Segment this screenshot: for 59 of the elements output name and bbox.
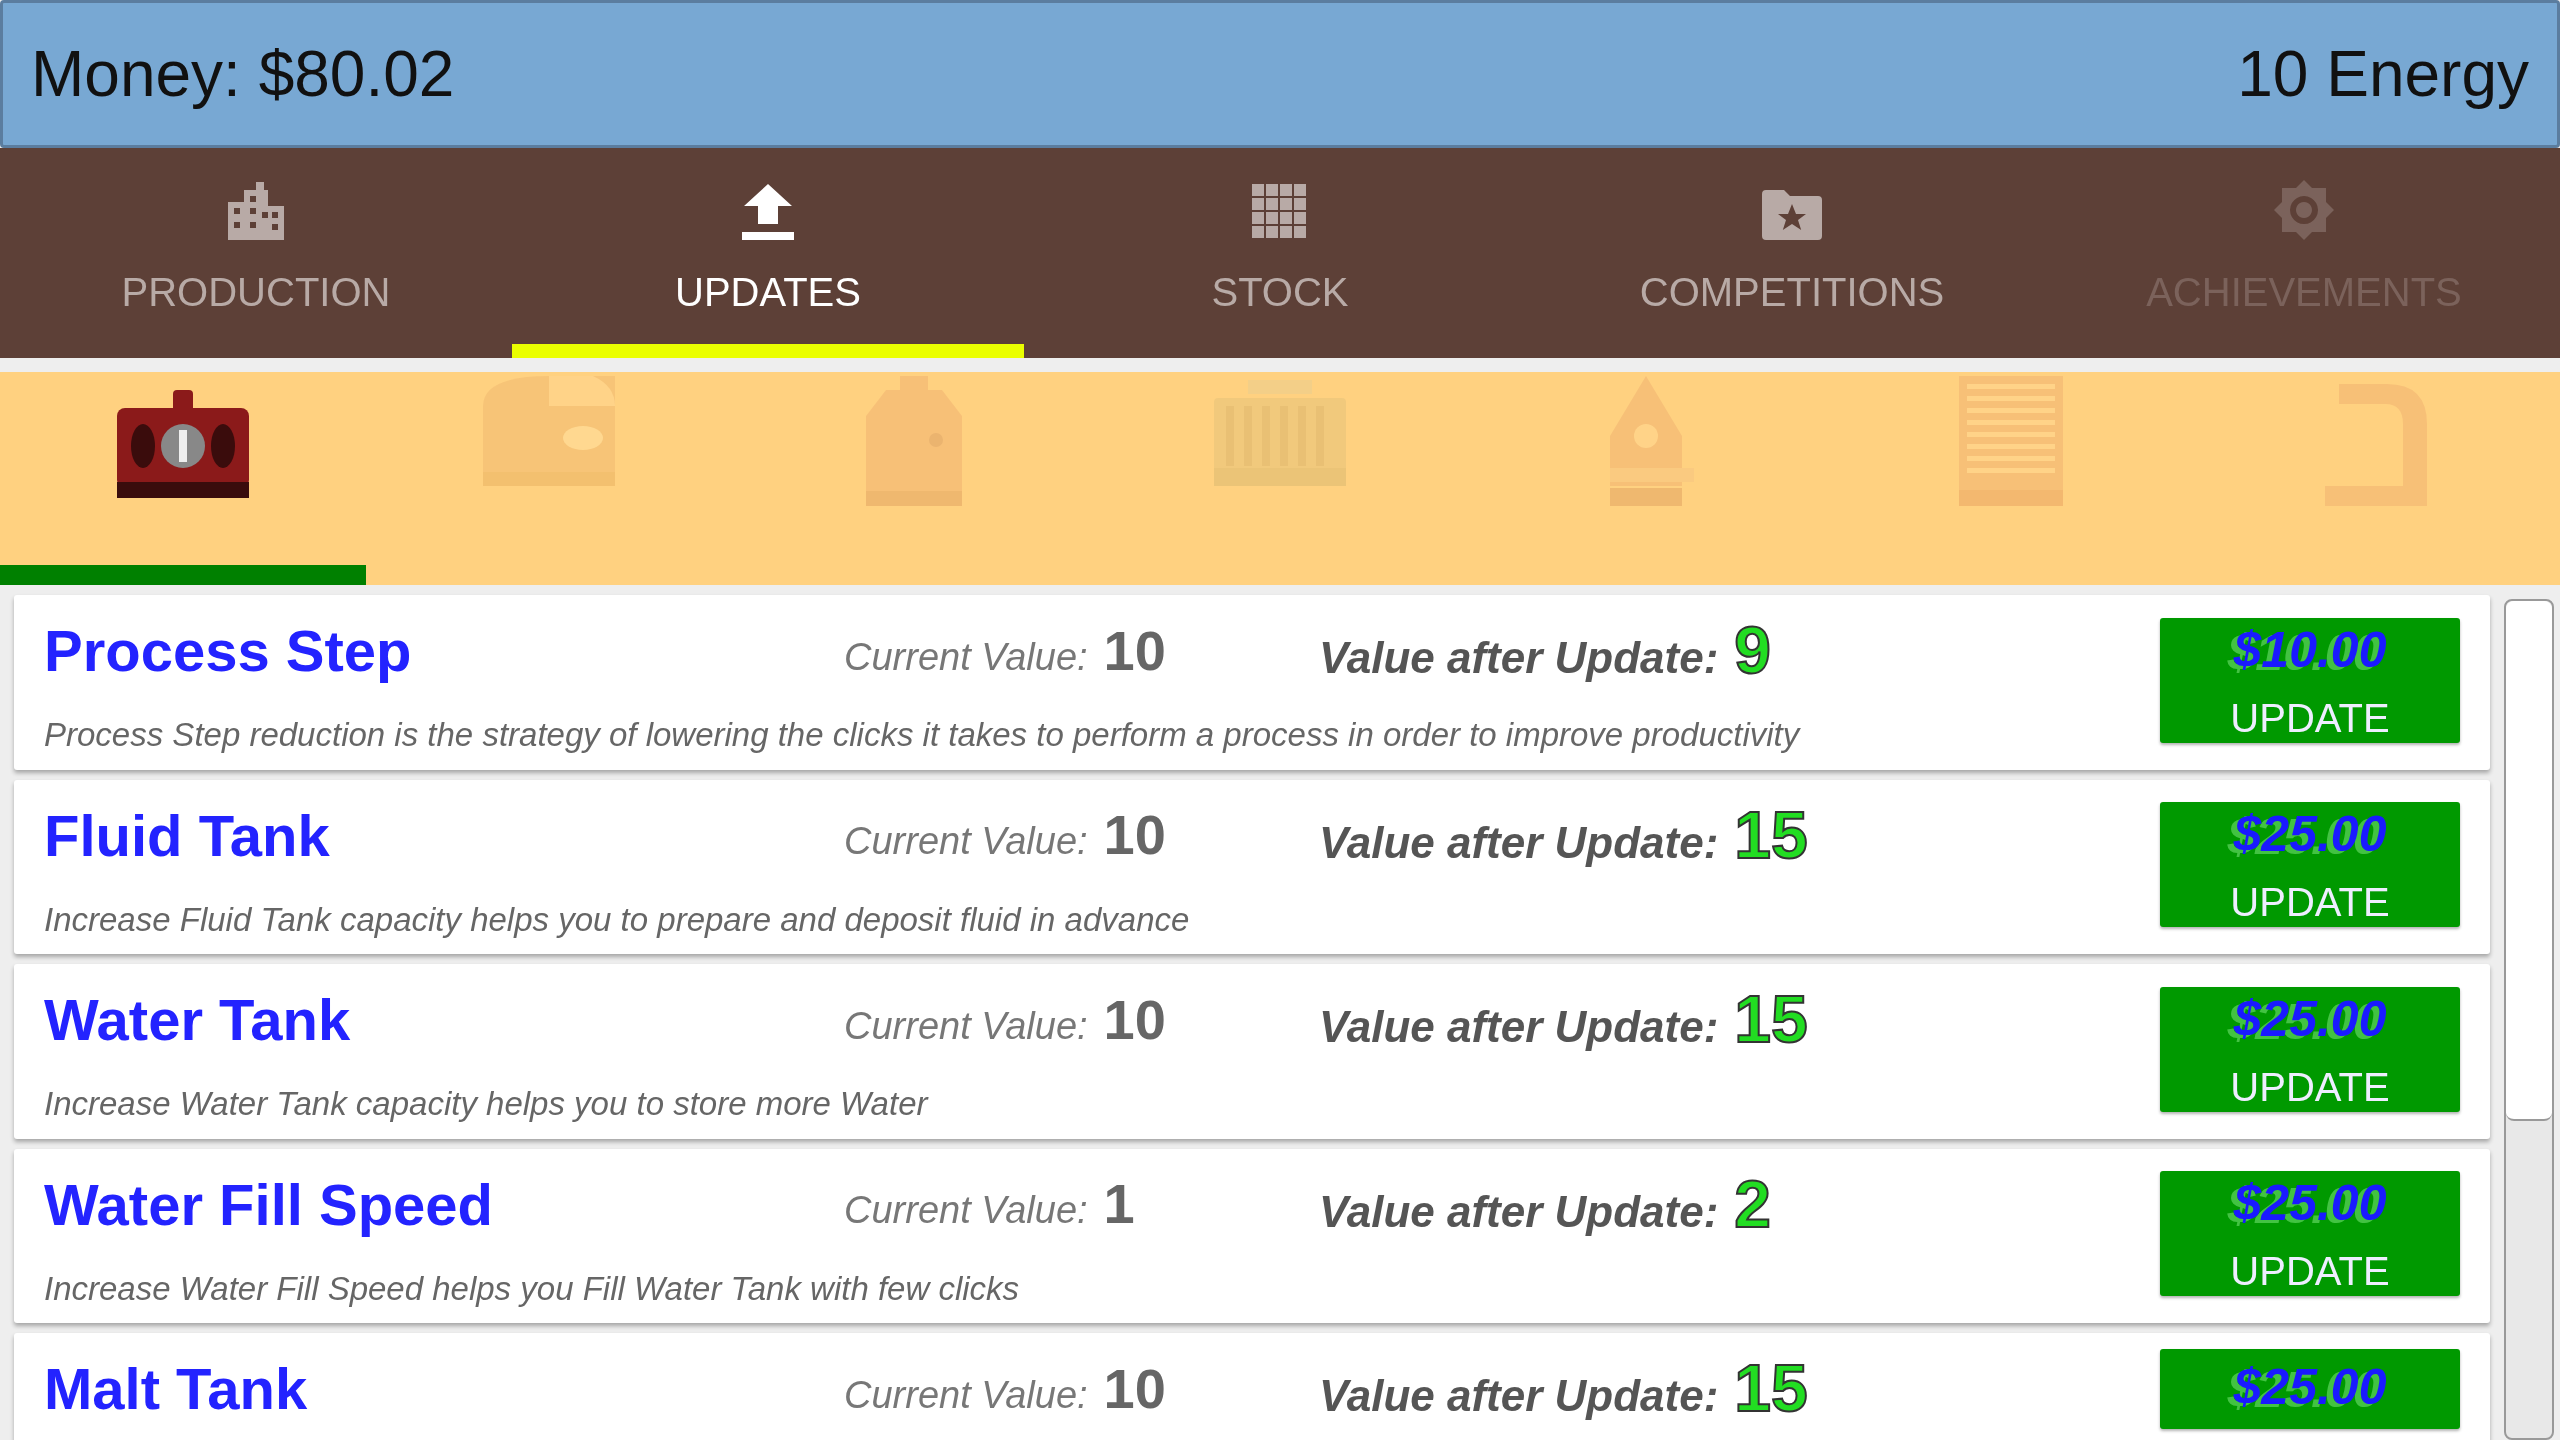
button-label: UPDATE [2230, 1063, 2390, 1111]
grid-icon [1252, 184, 1308, 240]
folder-star-icon [1762, 190, 1822, 240]
after-update-value: 2 [1734, 1165, 1772, 1243]
update-button[interactable]: $25.00 UPDATE [2160, 802, 2460, 928]
after-update-label: Value after Update: [1319, 1001, 1719, 1053]
button-label: UPDATE [2230, 694, 2390, 742]
update-description: Increase Fluid Tank capacity helps you to prepare and deposit fluid in advance [44, 899, 1191, 940]
after-update-label: Value after Update: [1319, 816, 1719, 869]
button-label: UPDATE [2230, 879, 2390, 927]
update-button[interactable]: $25.00 UPDATE [2160, 1171, 2460, 1297]
price-label: $25.00 [2233, 989, 2387, 1049]
current-value-label: Current Value: [844, 819, 1088, 864]
update-description: Increase Water Tank capacity helps you to store more Water [44, 1084, 930, 1124]
update-title: Fluid Tank [44, 801, 331, 870]
machine-icon [116, 390, 249, 500]
nav-tab[interactable]: STOCK [1024, 148, 1536, 358]
current-value-label: Current Value: [844, 634, 1088, 680]
update-button[interactable]: $25.00 [2160, 1348, 2460, 1429]
after-update-value: 15 [1734, 1350, 1808, 1427]
update-description: Process Step reduction is the strategy of lowering the clicks it takes to perform a process in order to improve productivity [44, 715, 1802, 755]
building-icon [228, 182, 284, 240]
update-button[interactable]: $10.00 UPDATE [2160, 617, 2460, 743]
energy-label: 10 Energy [2237, 37, 2529, 112]
button-label: UPDATE [2230, 1248, 2390, 1296]
after-update-label: Value after Update: [1319, 632, 1719, 684]
current-value: 10 [1103, 986, 1166, 1053]
price-label: $10.00 [2233, 620, 2387, 680]
scrollbar[interactable] [2504, 599, 2554, 1440]
current-value-label: Current Value: [844, 1188, 1088, 1233]
update-description: Increase Water Fill Speed helps you Fill Water Tank with few clicks [44, 1268, 1021, 1309]
after-update-value: 15 [1734, 981, 1808, 1058]
current-value-label: Current Value: [844, 1003, 1088, 1049]
update-title: Water Fill Speed [44, 1170, 495, 1239]
price-label: $25.00 [2233, 805, 2387, 865]
after-update-label: Value after Update: [1319, 1370, 1719, 1422]
shelf-icon [1959, 376, 2064, 506]
upload-icon [742, 184, 794, 240]
after-update-value: 15 [1734, 796, 1808, 874]
current-value: 10 [1103, 802, 1166, 868]
price-label: $25.00 [2233, 1357, 2387, 1417]
nav-tab[interactable]: UPDATES [512, 148, 1024, 358]
after-update-value: 9 [1734, 612, 1772, 689]
gear-icon [2274, 180, 2334, 240]
update-title: Water Tank [44, 986, 352, 1054]
money-label: Money: $80.02 [31, 37, 455, 112]
bottle-icon [866, 376, 963, 506]
current-value: 10 [1103, 617, 1166, 684]
update-title: Process Step [44, 617, 413, 685]
current-value: 1 [1103, 1171, 1135, 1237]
after-update-label: Value after Update: [1319, 1185, 1719, 1238]
current-value-label: Current Value: [844, 1372, 1088, 1418]
current-value: 10 [1103, 1355, 1166, 1422]
nav-tab[interactable]: PRODUCTION [0, 148, 512, 358]
mill-icon [482, 376, 615, 486]
update-button[interactable]: $25.00 UPDATE [2160, 986, 2460, 1112]
nav-tab[interactable]: COMPETITIONS [1536, 148, 2048, 358]
price-label: $25.00 [2233, 1174, 2387, 1234]
update-title: Malt Tank [44, 1355, 309, 1423]
